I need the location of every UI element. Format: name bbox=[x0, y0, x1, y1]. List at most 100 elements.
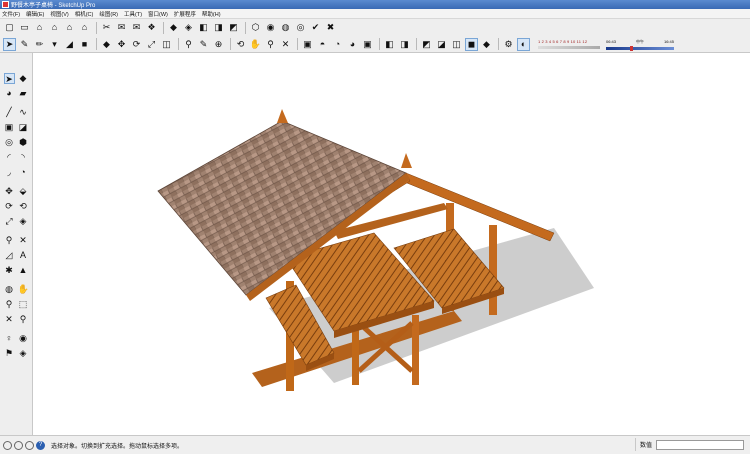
shadow-time-slider[interactable]: 06:43 中午 16:45 bbox=[606, 39, 674, 51]
polygon-icon[interactable]: ⬢ bbox=[18, 137, 29, 148]
right-icon[interactable]: ▣ bbox=[361, 38, 374, 51]
menu-tools[interactable]: 工具(T) bbox=[124, 10, 142, 18]
credits-icon[interactable] bbox=[14, 440, 23, 450]
dimension-icon[interactable]: ✕ bbox=[18, 235, 29, 246]
components-icon[interactable]: ◆ bbox=[167, 21, 180, 34]
xray-mode-icon[interactable]: ◪ bbox=[435, 38, 448, 51]
rotate-icon[interactable]: ⟳ bbox=[130, 38, 143, 51]
back-icon[interactable]: ◧ bbox=[383, 38, 396, 51]
location-icon[interactable]: ◍ bbox=[279, 21, 292, 34]
arc-icon[interactable]: ◜ bbox=[4, 152, 15, 163]
zoom-window-icon[interactable]: ⬚ bbox=[18, 299, 29, 310]
menu-view[interactable]: 视图(V) bbox=[50, 10, 68, 18]
axes-icon[interactable]: ⊕ bbox=[212, 38, 225, 51]
front-view-icon[interactable]: ⌂ bbox=[78, 21, 91, 34]
offset-tool-icon[interactable]: ◈ bbox=[18, 216, 29, 227]
offset-icon[interactable]: ◫ bbox=[160, 38, 173, 51]
top-view-icon[interactable]: ⌂ bbox=[63, 21, 76, 34]
zoom-extents-tool-icon[interactable]: ✕ bbox=[4, 314, 15, 325]
time-slider-handle[interactable] bbox=[630, 45, 633, 51]
pan-icon[interactable]: ✋ bbox=[249, 38, 262, 51]
menu-draw[interactable]: 绘图(R) bbox=[99, 10, 118, 18]
text-icon[interactable]: ✎ bbox=[197, 38, 210, 51]
text-tool-icon[interactable]: A bbox=[18, 250, 29, 261]
move-icon[interactable]: ✥ bbox=[115, 38, 128, 51]
extension-icon[interactable]: ◉ bbox=[264, 21, 277, 34]
shaded-style-icon[interactable]: ◼ bbox=[465, 37, 478, 51]
scale-icon[interactable]: ⤢ bbox=[145, 38, 158, 51]
freehand-icon[interactable]: ∿ bbox=[18, 107, 29, 118]
make-component-icon[interactable]: ◆ bbox=[18, 73, 29, 84]
hidden-line-icon[interactable]: ✉ bbox=[130, 21, 143, 34]
warehouse-icon[interactable]: ⬡ bbox=[249, 21, 262, 34]
shaded-icon[interactable]: ❖ bbox=[145, 21, 158, 34]
zoom-tool-icon[interactable]: ⚲ bbox=[4, 299, 15, 310]
eraser-tool-icon[interactable]: ▰ bbox=[18, 88, 29, 99]
styles-icon[interactable]: ◧ bbox=[197, 21, 210, 34]
open-icon[interactable]: ▭ bbox=[18, 21, 31, 34]
model-viewport[interactable] bbox=[34, 53, 750, 435]
shadow-settings-icon[interactable]: ⚙ bbox=[502, 38, 515, 51]
3d-text-icon[interactable]: ▲ bbox=[18, 265, 29, 276]
wireframe-icon[interactable]: ✉ bbox=[115, 21, 128, 34]
previous-view-icon[interactable]: ⚲ bbox=[18, 314, 29, 325]
menu-window[interactable]: 窗口(W) bbox=[148, 10, 168, 18]
menu-help[interactable]: 帮助(H) bbox=[202, 10, 221, 18]
bottom-icon[interactable]: ◩ bbox=[420, 38, 433, 51]
wireframe-style-icon[interactable]: ◫ bbox=[450, 38, 463, 51]
protractor-icon[interactable]: ◿ bbox=[4, 250, 15, 261]
menu-camera[interactable]: 相机(C) bbox=[75, 10, 94, 18]
paint-icon[interactable]: ◢ bbox=[63, 38, 76, 51]
follow-me-icon[interactable]: ⟲ bbox=[18, 201, 29, 212]
rotated-rectangle-icon[interactable]: ◪ bbox=[18, 122, 29, 133]
move-tool-icon[interactable]: ✥ bbox=[4, 186, 15, 197]
line-tool-icon[interactable]: ╱ bbox=[4, 107, 15, 118]
help-info-icon[interactable]: ? bbox=[36, 440, 45, 450]
home-icon[interactable]: ⌂ bbox=[48, 21, 61, 34]
eraser-icon[interactable]: ✎ bbox=[18, 38, 31, 51]
layers-icon[interactable]: ◨ bbox=[212, 21, 225, 34]
axes-tool-icon[interactable]: ✱ bbox=[4, 265, 15, 276]
iso-view-icon[interactable]: ◓ bbox=[316, 38, 329, 51]
rectangle-icon[interactable]: ■ bbox=[78, 38, 91, 51]
line-icon[interactable]: ▾ bbox=[48, 38, 61, 51]
look-around-icon[interactable]: ◉ bbox=[18, 333, 29, 344]
measurements-input[interactable] bbox=[656, 439, 745, 450]
position-camera-icon[interactable]: ♀ bbox=[4, 333, 15, 344]
rectangle-tool-icon[interactable]: ▣ bbox=[4, 122, 15, 133]
three-point-arc-icon[interactable]: ◞ bbox=[4, 167, 15, 178]
tape-icon[interactable]: ⚲ bbox=[182, 38, 195, 51]
walk-icon[interactable]: ⚑ bbox=[4, 348, 15, 359]
textured-style-icon[interactable]: ◆ bbox=[480, 38, 493, 51]
scenes-icon[interactable]: ◎ bbox=[294, 21, 307, 34]
shadow-date-slider[interactable]: 1 2 3 4 5 6 7 8 9 10 11 12 bbox=[538, 37, 600, 51]
select-icon[interactable]: ➤ bbox=[3, 37, 16, 51]
new-icon[interactable]: ▢ bbox=[3, 21, 16, 34]
rotate-tool-icon[interactable]: ⟳ bbox=[4, 201, 15, 212]
left-icon[interactable]: ◨ bbox=[398, 38, 411, 51]
shadow-toggle-icon[interactable]: ◐ bbox=[517, 37, 530, 51]
shadows-icon[interactable]: ◩ bbox=[227, 21, 240, 34]
menu-edit[interactable]: 编辑(E) bbox=[26, 10, 44, 18]
paint-bucket-icon[interactable]: ◕ bbox=[4, 88, 15, 99]
orbit-icon[interactable]: ⟲ bbox=[234, 38, 247, 51]
materials-icon[interactable]: ◈ bbox=[182, 21, 195, 34]
user-icon[interactable] bbox=[25, 440, 34, 450]
menu-extensions[interactable]: 扩展程序 bbox=[174, 10, 196, 18]
date-track[interactable] bbox=[538, 46, 600, 49]
time-track[interactable] bbox=[606, 45, 674, 51]
push-pull-icon[interactable]: ◆ bbox=[100, 38, 113, 51]
save-icon[interactable]: ⌂ bbox=[33, 21, 46, 34]
section-plane-icon[interactable]: ◈ bbox=[18, 348, 29, 359]
push-pull-tool-icon[interactable]: ⬙ bbox=[18, 186, 29, 197]
orbit-tool-icon[interactable]: ◍ bbox=[4, 284, 15, 295]
scale-tool-icon[interactable]: ⤢ bbox=[4, 216, 15, 227]
pencil-icon[interactable]: ✏ bbox=[33, 38, 46, 51]
select-tool-icon[interactable]: ➤ bbox=[3, 73, 15, 84]
tape-measure-icon[interactable]: ⚲ bbox=[4, 235, 15, 246]
two-point-arc-icon[interactable]: ◝ bbox=[18, 152, 29, 163]
zoom-extents-icon[interactable]: ✕ bbox=[279, 38, 292, 51]
section-icon[interactable]: ▣ bbox=[301, 38, 314, 51]
menu-file[interactable]: 文件(F) bbox=[2, 10, 20, 18]
pan-tool-icon[interactable]: ✋ bbox=[18, 284, 29, 295]
